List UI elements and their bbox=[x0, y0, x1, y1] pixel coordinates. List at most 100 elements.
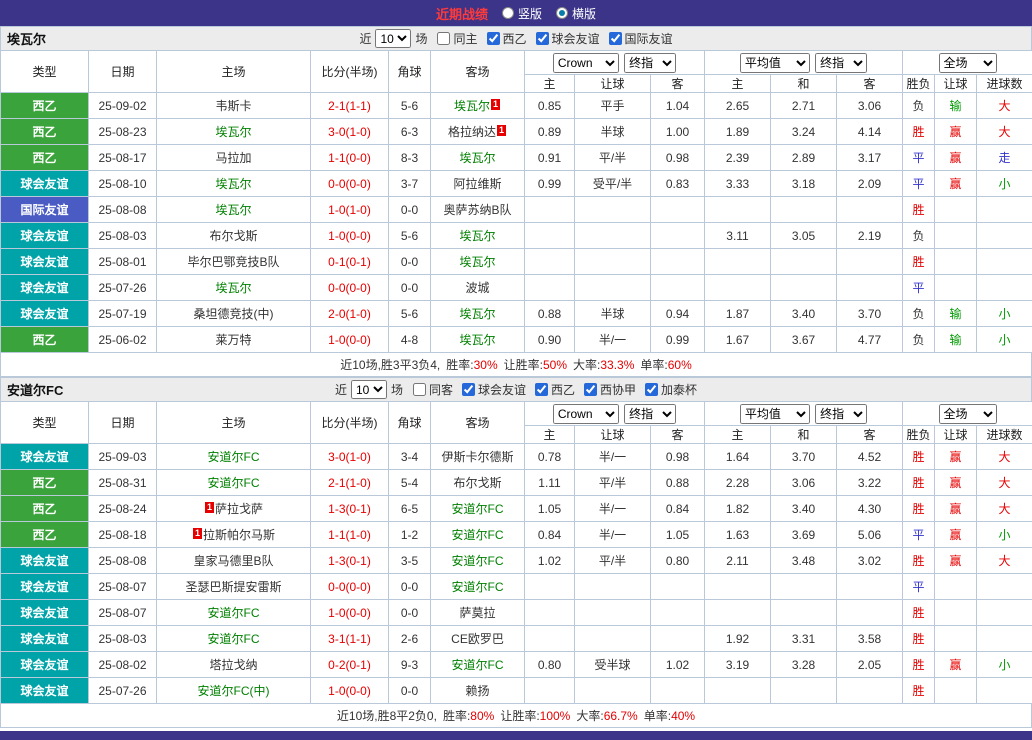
home-team-cell: 安道尔FC bbox=[157, 600, 311, 626]
handicap-cell bbox=[575, 249, 651, 275]
team-link[interactable]: 埃瓦尔 bbox=[215, 125, 251, 139]
filter-checkbox[interactable]: 加泰杯 bbox=[645, 381, 697, 398]
col-odds-away: 客 bbox=[651, 75, 705, 93]
team-link[interactable]: 埃瓦尔 bbox=[459, 307, 495, 321]
bookmaker-select[interactable]: Crown bbox=[553, 404, 619, 424]
away-team-cell: CE欧罗巴 bbox=[431, 626, 525, 652]
scope-select[interactable]: 全场 bbox=[939, 53, 997, 73]
checkbox[interactable] bbox=[535, 383, 548, 396]
result-cell: 胜 bbox=[903, 444, 935, 470]
col-home: 主场 bbox=[157, 402, 311, 444]
odds-away-cell bbox=[651, 626, 705, 652]
team-link[interactable]: 萨莫拉 bbox=[459, 606, 495, 620]
match-type-cell: 球会友谊 bbox=[1, 444, 89, 470]
checkbox[interactable] bbox=[584, 383, 597, 396]
team-link[interactable]: 安道尔FC bbox=[452, 580, 504, 594]
team-link[interactable]: 埃瓦尔 bbox=[459, 255, 495, 269]
team-link[interactable]: 马拉加 bbox=[215, 151, 251, 165]
filter-checkbox[interactable]: 同客 bbox=[413, 381, 453, 398]
scope-select[interactable]: 全场 bbox=[939, 404, 997, 424]
odds-away-cell: 0.80 bbox=[651, 548, 705, 574]
team-link[interactable]: 安道尔FC bbox=[208, 476, 260, 490]
team-link[interactable]: 埃瓦尔 bbox=[454, 99, 490, 113]
filter-checkbox[interactable]: 西乙 bbox=[535, 381, 575, 398]
team-link[interactable]: 皇家马德里B队 bbox=[193, 554, 273, 568]
handicap-result-cell: 输 bbox=[935, 327, 977, 353]
team-link[interactable]: 赖扬 bbox=[465, 684, 489, 698]
team-link[interactable]: 埃瓦尔 bbox=[215, 177, 251, 191]
corner-cell: 5-6 bbox=[389, 301, 431, 327]
summary-bar: 近10场,胜3平3负4,胜率:30%让胜率:50%大率:33.3%单率:60% bbox=[0, 353, 1032, 377]
match-count-select[interactable]: 10 bbox=[351, 380, 387, 399]
team-link[interactable]: 埃瓦尔 bbox=[459, 333, 495, 347]
team-link[interactable]: 圣瑟巴斯提安雷斯 bbox=[185, 580, 281, 594]
score-cell: 3-1(1-1) bbox=[311, 626, 389, 652]
checkbox[interactable] bbox=[462, 383, 475, 396]
team-link[interactable]: 埃瓦尔 bbox=[459, 151, 495, 165]
asian-stage-select[interactable]: 终指 bbox=[624, 53, 676, 73]
corner-cell: 3-7 bbox=[389, 171, 431, 197]
team-link[interactable]: 格拉纳达 bbox=[448, 125, 496, 139]
team-link[interactable]: 桑坦德竞技(中) bbox=[194, 307, 274, 321]
team-link[interactable]: 安道尔FC bbox=[208, 632, 260, 646]
goals-result-cell: 大 bbox=[977, 548, 1032, 574]
team-link[interactable]: 拉斯帕尔马斯 bbox=[203, 528, 275, 542]
team-link[interactable]: 安道尔FC(中) bbox=[198, 684, 270, 698]
team-link[interactable]: 韦斯卡 bbox=[215, 99, 251, 113]
team-link[interactable]: 埃瓦尔 bbox=[215, 203, 251, 217]
odds-away-cell: 0.98 bbox=[651, 444, 705, 470]
match-count-select[interactable]: 10 bbox=[375, 29, 411, 48]
checkbox[interactable] bbox=[437, 32, 450, 45]
team-link[interactable]: 埃瓦尔 bbox=[215, 281, 251, 295]
euro-odds-group: 平均值 终指 bbox=[705, 51, 903, 75]
checkbox[interactable] bbox=[487, 32, 500, 45]
team-link[interactable]: 奥萨苏纳B队 bbox=[443, 203, 511, 217]
summary-stat-value: 33.3% bbox=[600, 358, 634, 372]
layout-option-horizontal[interactable]: 横版 bbox=[556, 5, 596, 22]
filter-controls: 近 10 场 同主西乙球会友谊国际友谊 bbox=[359, 29, 672, 48]
team-link[interactable]: 塔拉戈纳 bbox=[209, 658, 257, 672]
team-link[interactable]: 埃瓦尔 bbox=[459, 229, 495, 243]
filter-checkbox[interactable]: 球会友谊 bbox=[462, 381, 526, 398]
team-link[interactable]: 安道尔FC bbox=[208, 606, 260, 620]
team-link[interactable]: 安道尔FC bbox=[208, 450, 260, 464]
home-team-cell: 埃瓦尔 bbox=[157, 119, 311, 145]
team-link[interactable]: 安道尔FC bbox=[452, 502, 504, 516]
team-link[interactable]: 安道尔FC bbox=[452, 528, 504, 542]
filter-checkbox[interactable]: 球会友谊 bbox=[536, 30, 600, 47]
checkbox[interactable] bbox=[413, 383, 426, 396]
team-link[interactable]: CE欧罗巴 bbox=[451, 632, 504, 646]
team-link[interactable]: 布尔戈斯 bbox=[453, 476, 501, 490]
summary-record: 近10场,胜3平3负4, bbox=[340, 356, 440, 373]
result-cell: 平 bbox=[903, 171, 935, 197]
result-cell: 胜 bbox=[903, 600, 935, 626]
euro-stage-select[interactable]: 终指 bbox=[815, 53, 867, 73]
goals-result-cell bbox=[977, 197, 1032, 223]
layout-option-vertical[interactable]: 竖版 bbox=[502, 5, 542, 22]
checkbox[interactable] bbox=[645, 383, 658, 396]
avg-draw-cell bbox=[771, 197, 837, 223]
filter-checkbox[interactable]: 国际友谊 bbox=[609, 30, 673, 47]
team-link[interactable]: 伊斯卡尔德斯 bbox=[441, 450, 513, 464]
filter-checkbox[interactable]: 西协甲 bbox=[584, 381, 636, 398]
team-link[interactable]: 波城 bbox=[465, 281, 489, 295]
away-team-cell: 埃瓦尔 bbox=[431, 301, 525, 327]
avg-home-cell: 3.19 bbox=[705, 652, 771, 678]
filter-checkbox[interactable]: 同主 bbox=[437, 30, 477, 47]
euro-stage-select[interactable]: 终指 bbox=[815, 404, 867, 424]
team-link[interactable]: 阿拉维斯 bbox=[453, 177, 501, 191]
checkbox[interactable] bbox=[609, 32, 622, 45]
team-link[interactable]: 布尔戈斯 bbox=[209, 229, 257, 243]
handicap-cell: 平手 bbox=[575, 93, 651, 119]
team-link[interactable]: 莱万特 bbox=[215, 333, 251, 347]
asian-stage-select[interactable]: 终指 bbox=[624, 404, 676, 424]
average-select[interactable]: 平均值 bbox=[740, 53, 810, 73]
bookmaker-select[interactable]: Crown bbox=[553, 53, 619, 73]
checkbox[interactable] bbox=[536, 32, 549, 45]
team-link[interactable]: 毕尔巴鄂竞技B队 bbox=[187, 255, 279, 269]
team-link[interactable]: 安道尔FC bbox=[452, 554, 504, 568]
average-select[interactable]: 平均值 bbox=[740, 404, 810, 424]
team-link[interactable]: 萨拉戈萨 bbox=[215, 502, 263, 516]
team-link[interactable]: 安道尔FC bbox=[452, 658, 504, 672]
filter-checkbox[interactable]: 西乙 bbox=[487, 30, 527, 47]
